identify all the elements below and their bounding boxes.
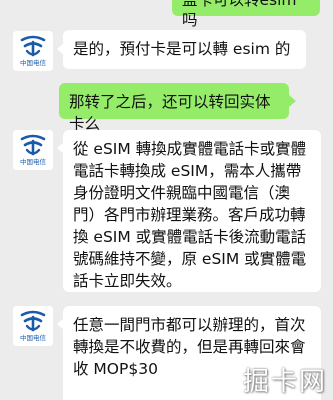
incoming-message-bubble[interactable]: 從 eSIM 轉換成實體電話卡或實體電話卡轉換成 eSIM，需本人攜帶身份證明文…: [63, 130, 321, 292]
outgoing-message-bubble[interactable]: 盖卡可以转esim吗: [172, 0, 320, 29]
china-telecom-avatar[interactable]: 中国电信: [13, 130, 53, 170]
message-text: 從 eSIM 轉換成實體電話卡或實體電話卡轉換成 eSIM，需本人攜帶身份證明文…: [73, 140, 307, 290]
incoming-message-bubble[interactable]: 是的，預付卡是可以轉 esim 的: [63, 30, 306, 69]
svg-text:中国电信: 中国电信: [20, 58, 47, 67]
chat-window: 盖卡可以转esim吗 中国电信 是的，預付卡是可以轉 esim 的 那转了之后，…: [0, 0, 333, 400]
svg-text:中国电信: 中国电信: [20, 157, 47, 166]
china-telecom-avatar[interactable]: 中国电信: [13, 31, 53, 71]
bubble-tail: [289, 95, 296, 107]
message-text: 是的，預付卡是可以轉 esim 的: [73, 40, 291, 58]
message-text: 那转了之后，还可以转回实体卡么: [69, 93, 271, 133]
watermark-logo: 掘卡网: [242, 367, 327, 397]
message-text: 盖卡可以转esim吗: [182, 0, 297, 29]
outgoing-message-bubble[interactable]: 那转了之后，还可以转回实体卡么: [59, 83, 289, 133]
china-telecom-avatar[interactable]: 中国电信: [13, 306, 53, 346]
china-telecom-logo-icon: 中国电信: [13, 130, 53, 170]
china-telecom-logo-icon: 中国电信: [13, 31, 53, 71]
china-telecom-logo-icon: 中国电信: [13, 306, 53, 346]
svg-text:中国电信: 中国电信: [20, 333, 47, 342]
